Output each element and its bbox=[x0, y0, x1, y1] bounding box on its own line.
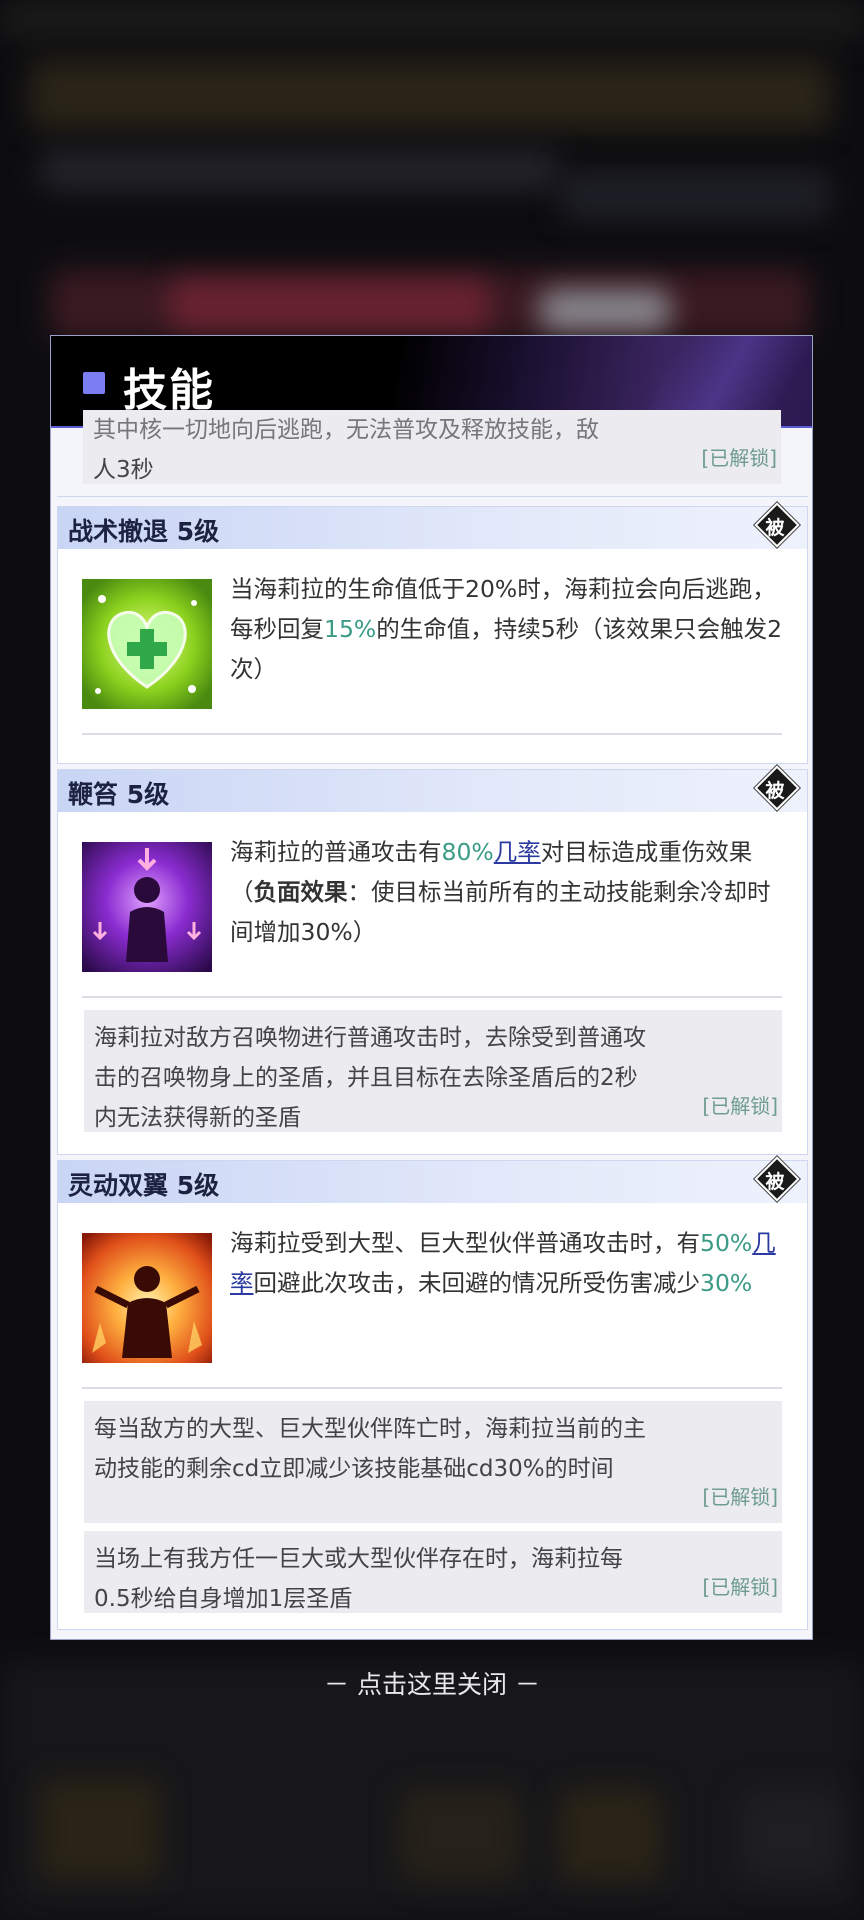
header-square-icon bbox=[83, 372, 105, 394]
clipped-note: 其中核一切地向后逃跑，无法普攻及释放技能，敌 人3秒 [已解锁] bbox=[83, 410, 781, 484]
skill-note-text: 海莉拉对敌方召唤物进行普通攻击时，去除受到普通攻击的召唤物身上的圣盾，并且目标在… bbox=[94, 1025, 646, 1131]
unlock-label: [已解锁] bbox=[702, 1485, 778, 1509]
skill-card-tactical-retreat: 战术撤退 5级 被 当海莉拉的生命值低于20%时，海莉拉会向后逃跑，每秒回复15… bbox=[57, 502, 808, 764]
passive-badge-label: 被 bbox=[765, 1171, 785, 1193]
skill-title: 战术撤退 5级 bbox=[68, 517, 220, 546]
skill-note-text: 当场上有我方任一巨大或大型伙伴存在时，海莉拉每0.5秒给自身增加1层圣盾 bbox=[94, 1546, 623, 1612]
skill-title: 灵动双翼 5级 bbox=[68, 1171, 220, 1200]
skill-description: 海莉拉受到大型、巨大型伙伴普通攻击时，有50%几率回避此次攻击，未回避的情况所受… bbox=[230, 1229, 776, 1297]
skill-note: 海莉拉对敌方召唤物进行普通攻击时，去除受到普通攻击的召唤物身上的圣盾，并且目标在… bbox=[84, 1010, 782, 1132]
skill-card-header: 战术撤退 5级 被 bbox=[58, 502, 807, 549]
skill-card-whip: 鞭笞 5级 被 海莉拉的普通攻击有80%几率对目标造成重伤效果（负面效果：使目标 bbox=[57, 765, 808, 1155]
skill-card-agile-wings: 灵动双翼 5级 被 海莉拉受到大型、巨大型伙伴普通攻击时，有50%几率回避此次攻… bbox=[57, 1156, 808, 1630]
unlock-label: [已解锁] bbox=[702, 1575, 778, 1599]
passive-badge-label: 被 bbox=[765, 517, 785, 539]
probability-link[interactable]: 几率 bbox=[494, 838, 541, 866]
clipped-note-line2: 人3秒 bbox=[93, 457, 154, 483]
panel-title: 技能 bbox=[123, 365, 215, 416]
skill-card-header: 灵动双翼 5级 被 bbox=[58, 1156, 807, 1203]
green-heart-icon bbox=[82, 579, 212, 709]
purple-figure-icon bbox=[82, 842, 212, 972]
unlock-label: [已解锁] bbox=[702, 1094, 778, 1118]
clipped-note-line1: 其中核一切地向后逃跑，无法普攻及释放技能，敌 bbox=[93, 417, 599, 443]
skill-description: 当海莉拉的生命值低于20%时，海莉拉会向后逃跑，每秒回复15%的生命值，持续5秒… bbox=[230, 575, 783, 683]
passive-badge-label: 被 bbox=[765, 780, 785, 802]
skill-card-header: 鞭笞 5级 被 bbox=[58, 765, 807, 812]
skill-title: 鞭笞 5级 bbox=[68, 780, 170, 809]
skill-note: 每当敌方的大型、巨大型伙伴阵亡时，海莉拉当前的主动技能的剩余cd立即减少该技能基… bbox=[84, 1401, 782, 1523]
skill-description: 海莉拉的普通攻击有80%几率对目标造成重伤效果（负面效果：使目标当前所有的主动技… bbox=[230, 838, 771, 946]
skill-note: 当场上有我方任一巨大或大型伙伴存在时，海莉拉每0.5秒给自身增加1层圣盾 [已解… bbox=[84, 1531, 782, 1613]
fire-figure-icon bbox=[82, 1233, 212, 1363]
skill-note-text: 每当敌方的大型、巨大型伙伴阵亡时，海莉拉当前的主动技能的剩余cd立即减少该技能基… bbox=[94, 1416, 646, 1482]
close-button[interactable]: － 点击这里关闭 － bbox=[0, 1665, 864, 1701]
unlock-label: [已解锁] bbox=[701, 446, 777, 470]
skill-panel: 技能 其中核一切地向后逃跑，无法普攻及释放技能，敌 人3秒 [已解锁] 战术撤退… bbox=[50, 335, 813, 1640]
